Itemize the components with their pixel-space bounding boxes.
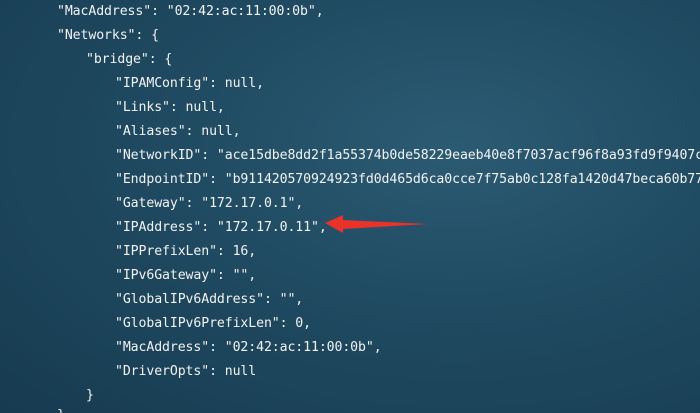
code-line: "bridge": { — [86, 52, 173, 67]
code-line: "IPPrefixLen": 16, — [115, 244, 257, 259]
code-line: "NetworkID": "ace15dbe8dd2f1a55374b0de58… — [115, 148, 700, 163]
code-line: "DriverOpts": null — [115, 364, 257, 379]
code-line: } — [57, 408, 65, 413]
code-line: "MacAddress": "02:42:ac:11:00:0b", — [57, 4, 324, 19]
code-line-ip-address: "IPAddress": "172.17.0.11", — [115, 220, 327, 235]
code-line: "Gateway": "172.17.0.1", — [115, 196, 304, 211]
code-line: "Links": null, — [115, 100, 225, 115]
code-line: "GlobalIPv6Address": "", — [115, 292, 304, 307]
code-line: "GlobalIPv6PrefixLen": 0, — [115, 316, 311, 331]
code-line: "Aliases": null, — [115, 124, 241, 139]
code-line: "EndpointID": "b911420570924923fd0d465d6… — [115, 172, 700, 187]
code-line: } — [86, 388, 94, 403]
code-line: "IPv6Gateway": "", — [115, 268, 257, 283]
terminal-output[interactable]: "MacAddress": "02:42:ac:11:00:0b", "Netw… — [0, 0, 700, 413]
code-line: "Networks": { — [57, 28, 159, 43]
code-line: "MacAddress": "02:42:ac:11:00:0b", — [115, 340, 382, 355]
code-line: "IPAMConfig": null, — [115, 76, 264, 91]
